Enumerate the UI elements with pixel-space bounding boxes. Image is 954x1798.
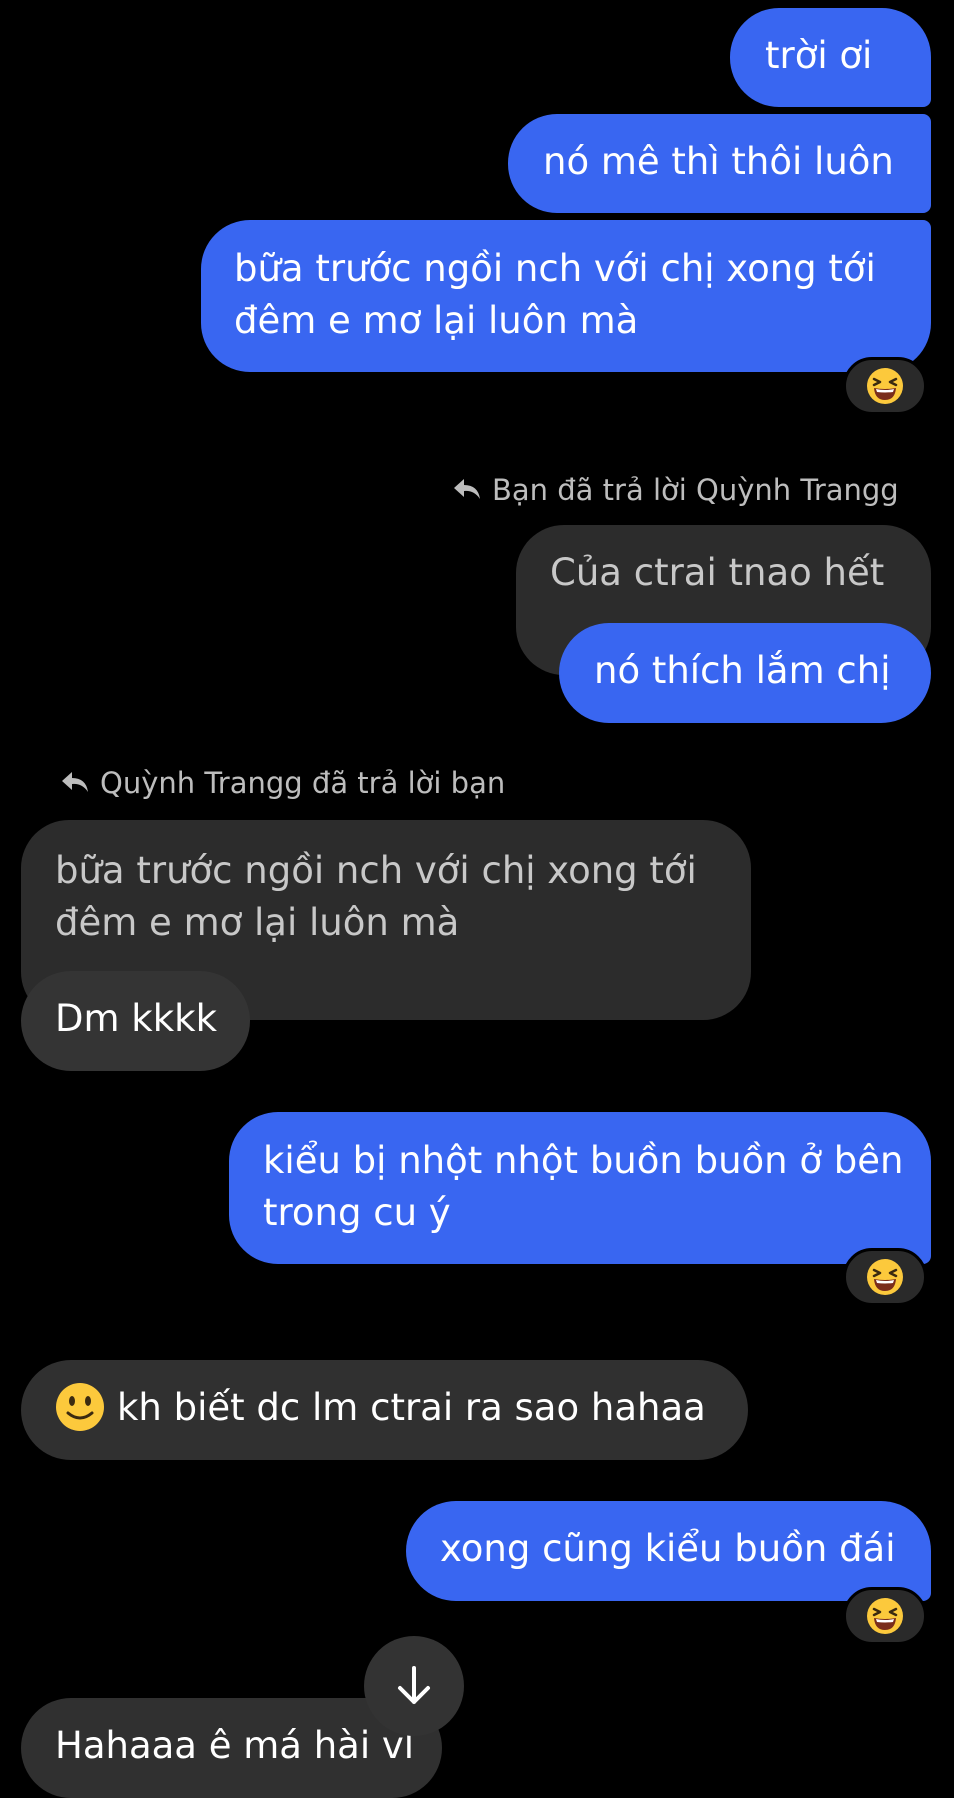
reaction-badge[interactable] <box>843 1248 927 1306</box>
arrow-down-icon <box>398 1666 430 1704</box>
incoming-message-bubble[interactable]: kh biết dc lm ctrai ra sao hahaa <box>21 1360 748 1460</box>
reaction-badge[interactable] <box>843 357 927 415</box>
quoted-message-text: bữa trước ngồi nch với chị xong tới đêm … <box>55 849 697 944</box>
outgoing-message-bubble[interactable]: bữa trước ngồi nch với chị xong tới đêm … <box>201 220 931 372</box>
slightly-smiling-emoji-icon <box>56 1382 104 1431</box>
outgoing-message-bubble[interactable]: nó thích lắm chị <box>559 623 931 723</box>
message-text: bữa trước ngồi nch với chị xong tới đêm … <box>234 247 876 342</box>
outgoing-message-bubble[interactable]: trời ơi <box>730 8 931 107</box>
outgoing-message-bubble[interactable]: xong cũng kiểu buồn đái <box>406 1501 931 1601</box>
message-text: nó mê thì thôi luôn <box>543 140 894 183</box>
laughing-emoji-icon <box>867 368 903 404</box>
incoming-message-bubble[interactable]: Dm kkkk <box>21 971 250 1071</box>
quoted-message-text: Của ctrai tnao hết <box>550 551 885 594</box>
reply-label-text: Bạn đã trả lời Quỳnh Trangg <box>492 473 899 507</box>
laughing-emoji-icon <box>867 1259 903 1295</box>
message-text: xong cũng kiểu buồn đái <box>440 1527 896 1570</box>
reply-label-text: Quỳnh Trangg đã trả lời bạn <box>100 766 506 800</box>
reaction-badge[interactable] <box>843 1587 927 1645</box>
message-text: kh biết dc lm ctrai ra sao hahaa <box>117 1386 706 1429</box>
scroll-to-bottom-button[interactable] <box>364 1636 464 1736</box>
reply-arrow-icon <box>62 772 88 792</box>
message-text: trời ơi <box>765 34 873 77</box>
reply-context-label: Bạn đã trả lời Quỳnh Trangg <box>452 470 899 510</box>
reply-context-label: Quỳnh Trangg đã trả lời bạn <box>60 763 505 803</box>
outgoing-message-bubble[interactable]: nó mê thì thôi luôn <box>508 114 931 213</box>
message-text: Dm kkkk <box>55 997 218 1040</box>
reply-arrow-icon <box>454 479 480 499</box>
message-text: nó thích lắm chị <box>594 649 891 692</box>
outgoing-message-bubble[interactable]: kiểu bị nhột nhột buồn buồn ở bên trong … <box>229 1112 931 1264</box>
message-text: kiểu bị nhột nhột buồn buồn ở bên trong … <box>263 1139 904 1234</box>
message-text: Hahaaa ê má hài vl <box>55 1724 415 1767</box>
laughing-emoji-icon <box>867 1598 903 1634</box>
